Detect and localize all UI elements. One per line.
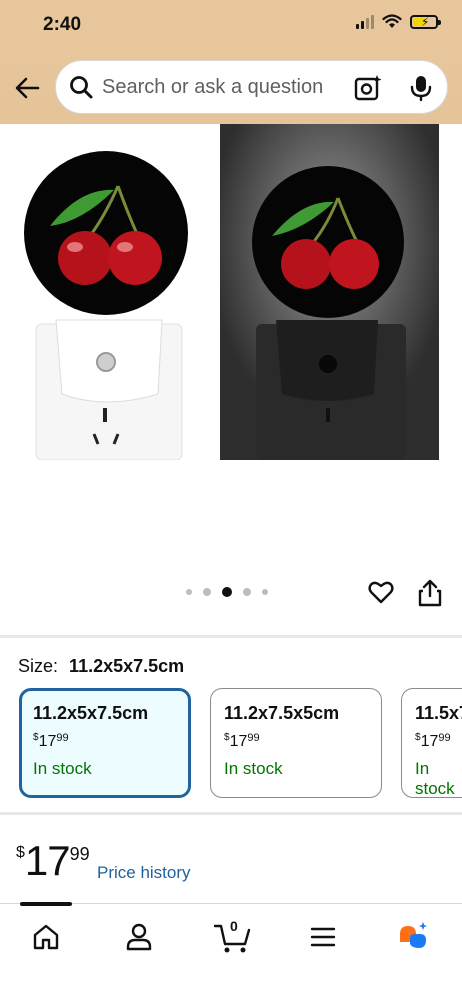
header: 2:40 ⚡	[0, 0, 462, 124]
battery-charging-icon: ⚡	[410, 14, 441, 29]
price-fraction: 99	[69, 844, 90, 864]
product-image-day[interactable]	[22, 124, 190, 461]
size-option-selected[interactable]: 11.2x5x7.5cm $1799 In stock	[19, 688, 191, 798]
status-icons: ⚡	[356, 14, 441, 29]
account-icon[interactable]	[122, 920, 156, 954]
size-option-availability: In stock	[415, 759, 455, 798]
price-history-link[interactable]: Price history	[97, 863, 191, 883]
status-time: 2:40	[43, 14, 82, 35]
size-option-price: $1799	[224, 732, 260, 750]
status-bar: 2:40 ⚡	[0, 0, 462, 50]
bottom-navigation: 0	[0, 902, 462, 1000]
cellular-signal-icon	[356, 14, 374, 29]
carousel-dot-active[interactable]	[222, 587, 232, 597]
divider	[0, 635, 462, 638]
carousel-dot[interactable]	[243, 588, 251, 596]
product-image-gallery[interactable]	[0, 124, 462, 464]
microphone-icon[interactable]	[406, 73, 436, 103]
home-icon[interactable]	[29, 920, 63, 954]
size-option-name: 11.2x5x7.5cm	[33, 703, 149, 723]
size-option-price: $1799	[415, 732, 451, 750]
price-currency: $	[16, 844, 25, 861]
share-icon[interactable]	[417, 578, 443, 608]
size-option-name: 11.2x7.5x5cm	[224, 703, 340, 723]
wifi-icon	[382, 14, 402, 28]
heart-icon[interactable]	[367, 578, 395, 606]
rufus-ai-icon[interactable]	[396, 920, 430, 954]
camera-search-icon[interactable]	[353, 73, 383, 103]
cart-count: 0	[230, 918, 238, 934]
cart-button[interactable]: 0	[213, 918, 253, 954]
search-input[interactable]	[102, 75, 332, 99]
size-selected-value: 11.2x5x7.5cm	[69, 656, 185, 676]
product-price: $ 17 99	[16, 840, 90, 882]
carousel-dot[interactable]	[262, 589, 268, 595]
price-whole: 17	[24, 837, 71, 884]
carousel-dot[interactable]	[203, 588, 211, 596]
image-carousel-indicator	[186, 587, 268, 597]
search-bar[interactable]	[55, 60, 448, 114]
search-icon	[70, 76, 93, 99]
back-arrow-icon[interactable]	[12, 72, 44, 104]
menu-icon[interactable]	[306, 920, 340, 954]
size-option[interactable]: 11.5x7 $1799 In stock	[401, 688, 462, 798]
size-option-availability: In stock	[224, 759, 283, 778]
size-option[interactable]: 11.2x7.5x5cm $1799 In stock	[210, 688, 382, 798]
active-tab-indicator	[20, 902, 72, 906]
carousel-dot[interactable]	[186, 589, 192, 595]
product-image-night[interactable]	[220, 124, 439, 460]
size-option-availability: In stock	[33, 759, 92, 778]
size-label-text: Size:	[18, 656, 59, 676]
size-option-price: $1799	[33, 732, 69, 750]
divider	[0, 812, 462, 815]
size-option-name: 11.5x7	[415, 703, 462, 723]
size-selector-label: Size: 11.2x5x7.5cm	[18, 656, 184, 677]
